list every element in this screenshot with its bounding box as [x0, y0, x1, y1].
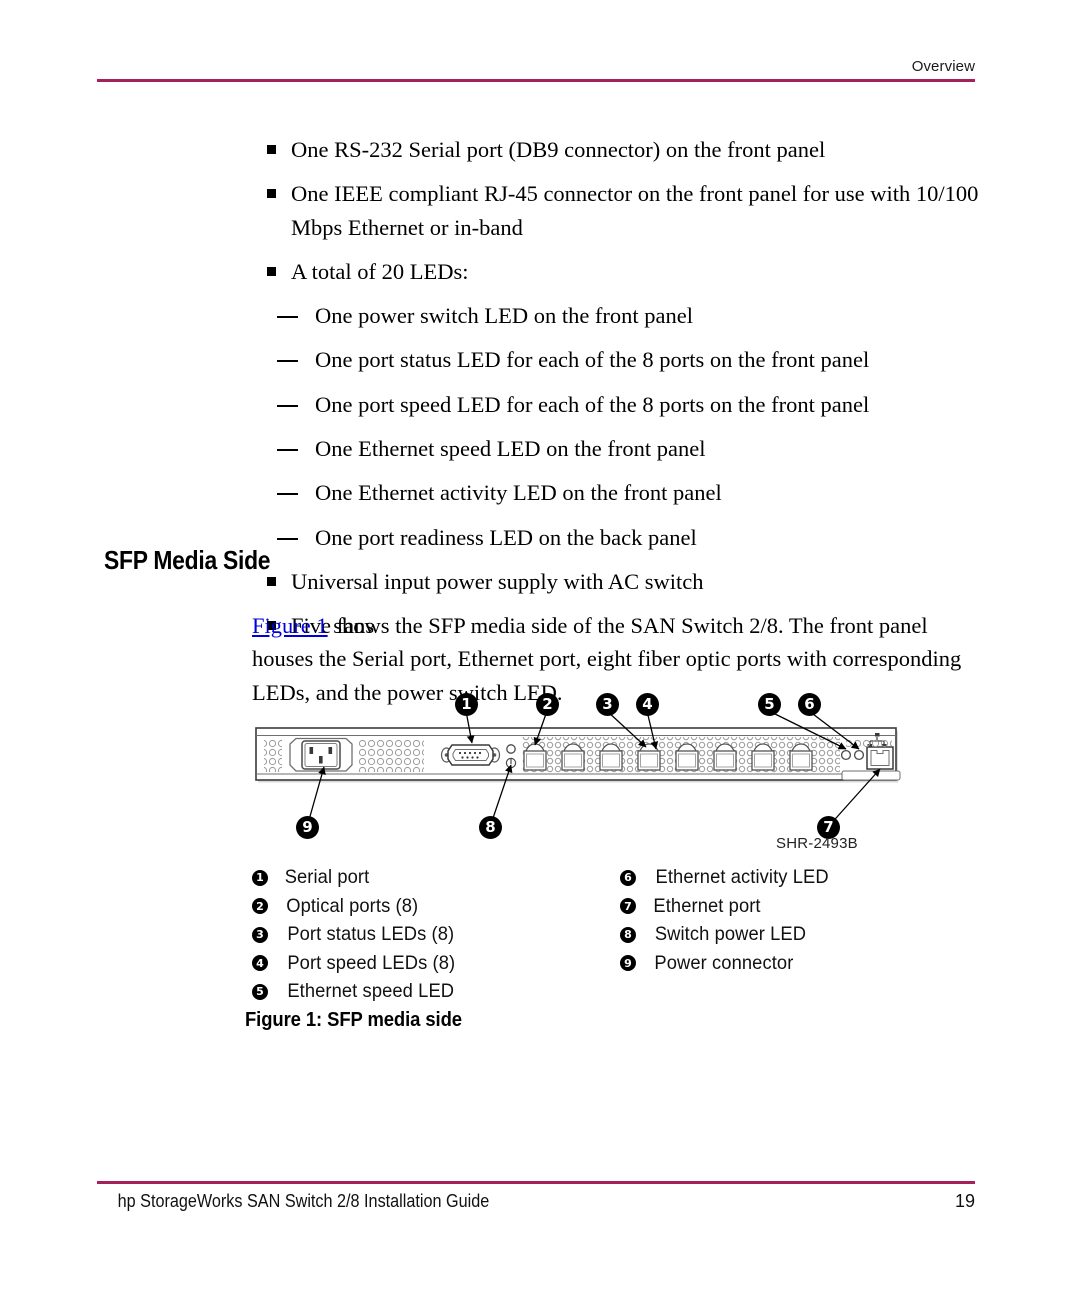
vent-holes-left-mid [358, 738, 424, 772]
page-number: 19 [954, 1191, 975, 1211]
callout-9: 9 [296, 816, 319, 839]
legend-number-5: 5 [252, 983, 268, 1000]
list-item: One port status LED for each of the 8 po… [255, 343, 985, 376]
list-item: One Ethernet activity LED on the front p… [255, 476, 985, 509]
legend-number-6: 6 [620, 869, 636, 886]
page-header: Overview [97, 58, 975, 82]
legend-label: Serial port [284, 866, 370, 888]
optical-port [751, 743, 775, 771]
legend-item: 9 Power connector [620, 952, 834, 975]
page-title: SFP Media Side [104, 545, 271, 575]
legend-item: 3 Port status LEDs (8) [252, 923, 461, 946]
list-item: One IEEE compliant RJ-45 connector on th… [255, 177, 985, 244]
vent-holes-left [264, 738, 282, 772]
footer-rule [97, 1181, 975, 1184]
callout-3: 3 [596, 693, 619, 716]
callout-5: 5 [758, 693, 781, 716]
legend-item: 2 Optical ports (8) [252, 895, 461, 918]
legend-number-9: 9 [620, 955, 636, 971]
list-item: One port speed LED for each of the 8 por… [255, 388, 985, 421]
optical-port [561, 743, 585, 771]
page-footer: hp StorageWorks SAN Switch 2/8 Installat… [97, 1181, 975, 1212]
callout-6: 6 [798, 693, 821, 716]
legend-label: Ethernet activity LED [655, 866, 829, 888]
figure-caption: Figure 1: SFP media side [245, 1008, 462, 1031]
legend-number-3: 3 [252, 926, 268, 943]
led-sub-list: One power switch LED on the front panel … [255, 299, 985, 554]
legend-item: 1 Serial port [252, 866, 461, 889]
callout-8: 8 [479, 816, 502, 839]
legend-label: Ethernet speed LED [287, 980, 455, 1002]
ethernet-port-rj45 [866, 746, 894, 770]
legend-number-7: 7 [620, 898, 636, 914]
legend-column-right: 6 Ethernet activity LED 7 Ethernet port … [620, 866, 834, 980]
footer-title: hp StorageWorks SAN Switch 2/8 Installat… [117, 1191, 490, 1211]
legend-item: 5 Ethernet speed LED [252, 980, 461, 1003]
drawing-code: SHR-2493B [776, 835, 858, 852]
feature-bullets: One RS-232 Serial port (DB9 connector) o… [255, 133, 985, 288]
legend-label: Ethernet port [653, 894, 761, 917]
optical-port [789, 743, 813, 771]
legend-label: Port status LEDs (8) [287, 923, 455, 945]
callout-2: 2 [536, 693, 559, 716]
serial-port-db9 [440, 744, 501, 766]
header-rule [97, 79, 975, 82]
list-item: One power switch LED on the front panel [255, 299, 985, 332]
legend-label: Power connector [654, 951, 794, 974]
legend-label: Switch power LED [654, 923, 807, 945]
list-item: A total of 20 LEDs: [255, 255, 985, 288]
legend-number-2: 2 [252, 898, 268, 914]
legend-item: 7 Ethernet port [620, 895, 834, 918]
legend-item: 4 Port speed LEDs (8) [252, 952, 461, 975]
optical-port [713, 743, 737, 771]
legend-number-1: 1 [252, 869, 268, 886]
optical-port [523, 743, 547, 771]
legend-number-4: 4 [252, 955, 268, 971]
vent-holes-right [846, 738, 892, 748]
legend-item: 6 Ethernet activity LED [620, 866, 834, 889]
list-item: Universal input power supply with AC swi… [255, 565, 985, 598]
list-item: One Ethernet speed LED on the front pane… [255, 432, 985, 465]
running-head: Overview [911, 58, 975, 75]
legend-number-8: 8 [620, 926, 636, 943]
legend-item: 8 Switch power LED [620, 923, 834, 946]
legend-label: Optical ports (8) [286, 894, 419, 917]
figure-1-link[interactable]: Figure 1 [252, 613, 328, 638]
power-connector [289, 737, 353, 772]
list-item: One RS-232 Serial port (DB9 connector) o… [255, 133, 985, 166]
legend-column-left: 1 Serial port 2 Optical ports (8) 3 Port… [252, 866, 461, 1009]
callout-4: 4 [636, 693, 659, 716]
figure-sfp-media-side: 1 2 3 4 5 6 7 8 9 [250, 685, 910, 860]
optical-port [637, 743, 661, 771]
feature-list: One RS-232 Serial port (DB9 connector) o… [255, 133, 985, 654]
list-item: One port readiness LED on the back panel [255, 521, 985, 554]
optical-port [599, 743, 623, 771]
optical-port [675, 743, 699, 771]
legend-label: Port speed LEDs (8) [287, 951, 456, 974]
document-page: Overview One RS-232 Serial port (DB9 con… [0, 0, 1080, 1296]
callout-1: 1 [455, 693, 478, 716]
